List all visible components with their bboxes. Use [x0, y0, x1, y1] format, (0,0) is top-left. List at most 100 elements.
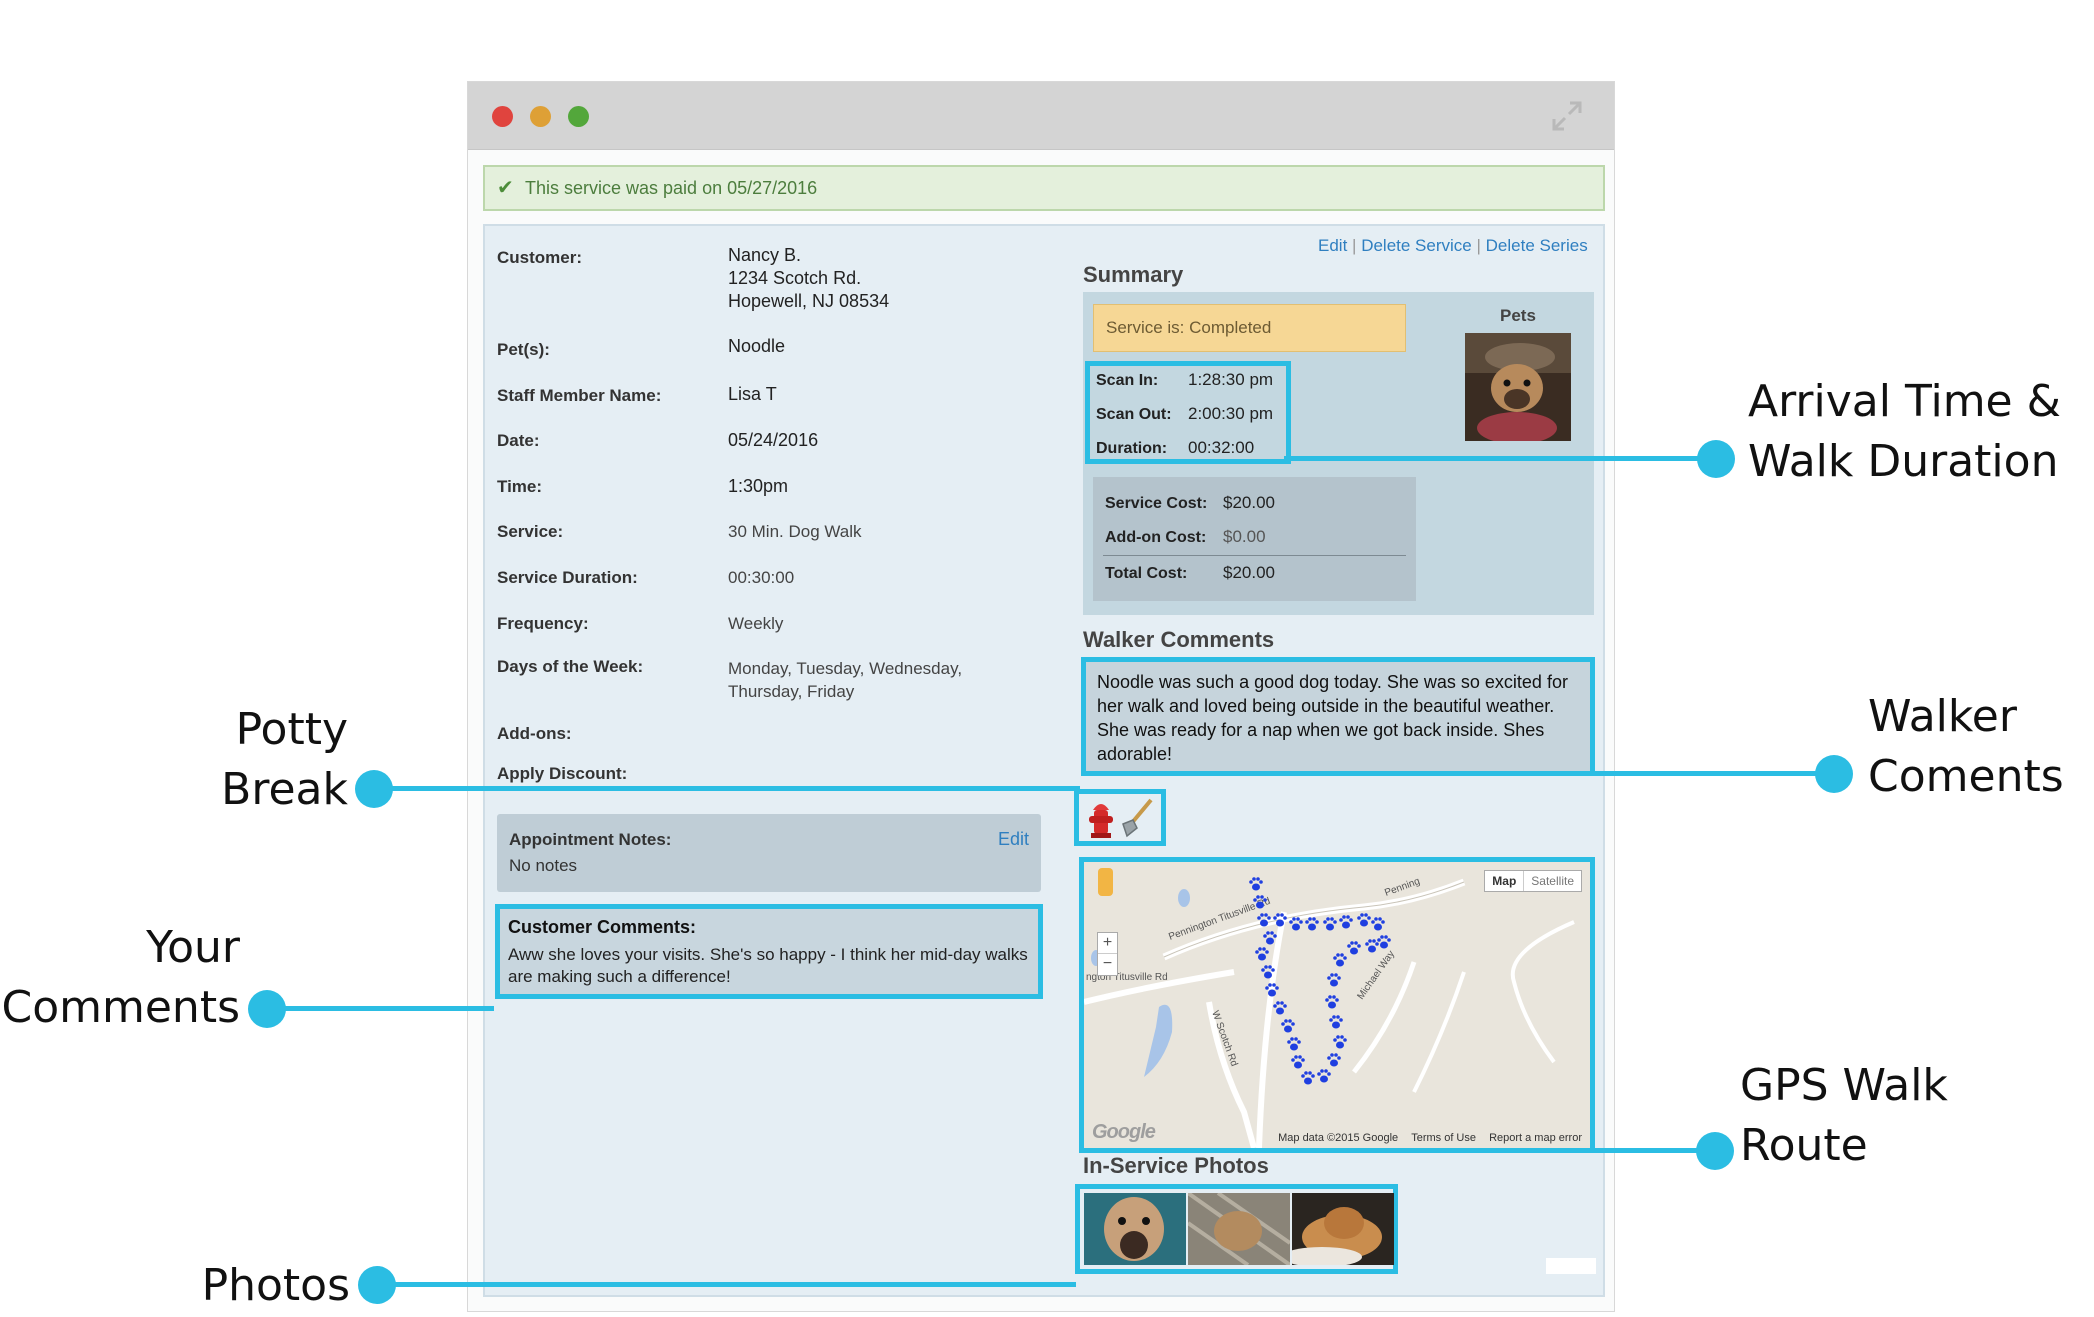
satellite-tab[interactable]: Satellite [1524, 871, 1581, 891]
appointment-notes: Appointment Notes: Edit No notes [497, 814, 1041, 892]
date-value: 05/24/2016 [728, 430, 819, 450]
walker-callout-line1: Walker [1868, 691, 2017, 742]
service-photo[interactable] [1084, 1193, 1186, 1265]
duration-label: Duration: [1096, 440, 1168, 457]
walker-callout-line2: Coments [1868, 751, 2064, 802]
arrival-callout-line1: Arrival Time & [1748, 376, 2061, 427]
map-zoom-control[interactable]: + − [1097, 932, 1118, 976]
service-cost-label: Service Cost: [1105, 495, 1208, 512]
pegman-icon[interactable] [1098, 868, 1113, 896]
service-photo[interactable] [1292, 1193, 1394, 1265]
pets-value: Noodle [728, 336, 786, 356]
walker-callout-dot [1815, 755, 1853, 793]
total-cost-value: $20.00 [1223, 563, 1275, 582]
service-duration-value: 00:30:00 [728, 568, 795, 587]
customer-comments-title: Customer Comments: [508, 917, 697, 937]
days-value-line2: Thursday, Friday [728, 682, 855, 701]
days-label: Days of the Week: [497, 657, 644, 676]
browser-window: ✔ This service was paid on 05/27/2016 Cu… [467, 81, 1615, 1312]
potty-break-indicator [1074, 789, 1166, 846]
days-value: Monday, Tuesday, Wednesday, Thursday, Fr… [728, 657, 962, 703]
arrival-callout: Arrival Time & Walk Duration [1748, 372, 2061, 492]
staff-label: Staff Member Name: [497, 386, 662, 405]
appointment-notes-edit-link[interactable]: Edit [998, 829, 1029, 850]
your-comments-callout-line2: Comments [1, 982, 241, 1033]
delete-service-link[interactable]: Delete Service [1361, 236, 1472, 255]
walker-callout-line [1594, 771, 1834, 776]
addon-cost-row: Add-on Cost: $0.00 [1105, 527, 1266, 547]
minimize-window-button[interactable] [530, 106, 551, 127]
customer-address: Nancy B. 1234 Scotch Rd. Hopewell, NJ 08… [728, 244, 889, 313]
your-comments-callout-line [266, 1006, 494, 1011]
service-label: Service: [497, 522, 564, 541]
discount-label: Apply Discount: [497, 764, 628, 783]
addon-cost-label: Add-on Cost: [1105, 529, 1207, 546]
window-titlebar [468, 82, 1614, 150]
customer-label: Customer: [497, 248, 583, 267]
delete-series-link[interactable]: Delete Series [1486, 236, 1588, 255]
pets-label: Pet(s): [497, 340, 550, 359]
scan-times: Scan In: 1:28:30 pm Scan Out: 2:00:30 pm D… [1085, 361, 1291, 464]
scan-out-value: 2:00:30 pm [1188, 404, 1274, 423]
gps-callout-line1: GPS Walk [1740, 1060, 1948, 1111]
paid-banner-text: This service was paid on 05/27/2016 [525, 178, 818, 198]
paid-banner: ✔ This service was paid on 05/27/2016 [483, 165, 1605, 211]
fire-hydrant-icon [1089, 804, 1113, 838]
scan-in-label: Scan In: [1096, 372, 1159, 389]
cost-breakdown: Service Cost: $20.00 Add-on Cost: $0.00 To… [1093, 477, 1416, 601]
edit-service-link[interactable]: Edit [1318, 236, 1347, 255]
check-icon: ✔ [497, 177, 514, 199]
staff-value: Lisa T [728, 384, 777, 404]
photos-callout-line [376, 1282, 1076, 1287]
scan-out-label: Scan Out: [1096, 406, 1172, 423]
service-photo[interactable] [1188, 1193, 1290, 1265]
google-logo: Google [1092, 1121, 1156, 1143]
in-service-photos [1075, 1184, 1398, 1274]
service-detail-panel: Customer: Nancy B. 1234 Scotch Rd. Hopew… [483, 224, 1605, 1297]
zoom-in-button[interactable]: + [1098, 933, 1117, 954]
map-tab[interactable]: Map [1485, 871, 1525, 891]
gps-walk-map[interactable]: Pennington Titusville Rd ngton Titusvill… [1079, 857, 1595, 1153]
addons-label: Add-ons: [497, 724, 572, 743]
frequency-value: Weekly [728, 614, 784, 633]
map-type-toggle[interactable]: Map Satellite [1484, 870, 1582, 892]
your-comments-callout: Your Comments [0, 918, 241, 1038]
in-service-photos-title: In-Service Photos [1083, 1153, 1269, 1178]
pets-heading: Pets [1500, 306, 1536, 325]
total-cost-row: Total Cost: $20.00 [1105, 563, 1275, 583]
walker-comments-text: Noodle was such a good dog today. She wa… [1097, 672, 1568, 764]
arrival-callout-line2: Walk Duration [1748, 436, 2059, 487]
arrival-callout-line [1284, 456, 1716, 461]
zoom-out-button[interactable]: − [1098, 954, 1117, 974]
customer-name: Nancy B. [728, 245, 802, 265]
maximize-window-button[interactable] [568, 106, 589, 127]
service-cost-row: Service Cost: $20.00 [1105, 493, 1275, 513]
time-value: 1:30pm [728, 476, 789, 496]
walker-callout: Walker Coments [1868, 687, 2064, 807]
addon-cost-value: $0.00 [1223, 527, 1266, 546]
map-data-credit: Map data ©2015 Google [1278, 1132, 1399, 1144]
close-window-button[interactable] [492, 106, 513, 127]
report-error-link[interactable]: Report a map error [1489, 1132, 1582, 1144]
service-actions: Edit | Delete Service | Delete Series [1318, 236, 1588, 256]
service-value: 30 Min. Dog Walk [728, 522, 862, 541]
appointment-notes-title: Appointment Notes: [509, 830, 672, 849]
frequency-label: Frequency: [497, 614, 589, 633]
map-canvas[interactable]: Pennington Titusville Rd ngton Titusvill… [1084, 862, 1590, 1148]
time-label: Time: [497, 477, 543, 496]
customer-street: 1234 Scotch Rd. [728, 268, 862, 288]
gps-callout-dot [1696, 1132, 1734, 1170]
fullscreen-icon[interactable] [1550, 99, 1584, 133]
duration-row: Duration: 00:32:00 [1096, 438, 1254, 458]
cost-divider [1103, 555, 1406, 556]
appointment-notes-text: No notes [509, 856, 578, 875]
service-cost-value: $20.00 [1223, 493, 1275, 512]
pet-photo[interactable] [1465, 333, 1571, 441]
potty-callout: Potty Break [170, 700, 348, 820]
summary-box: Service is: Completed Pets Scan In: 1:28:… [1083, 292, 1594, 615]
days-value-line1: Monday, Tuesday, Wednesday, [728, 659, 963, 678]
terms-link[interactable]: Terms of Use [1411, 1132, 1476, 1144]
scan-in-value: 1:28:30 pm [1188, 370, 1274, 389]
duration-value: 00:32:00 [1188, 438, 1255, 457]
your-comments-callout-line1: Your [146, 922, 240, 973]
